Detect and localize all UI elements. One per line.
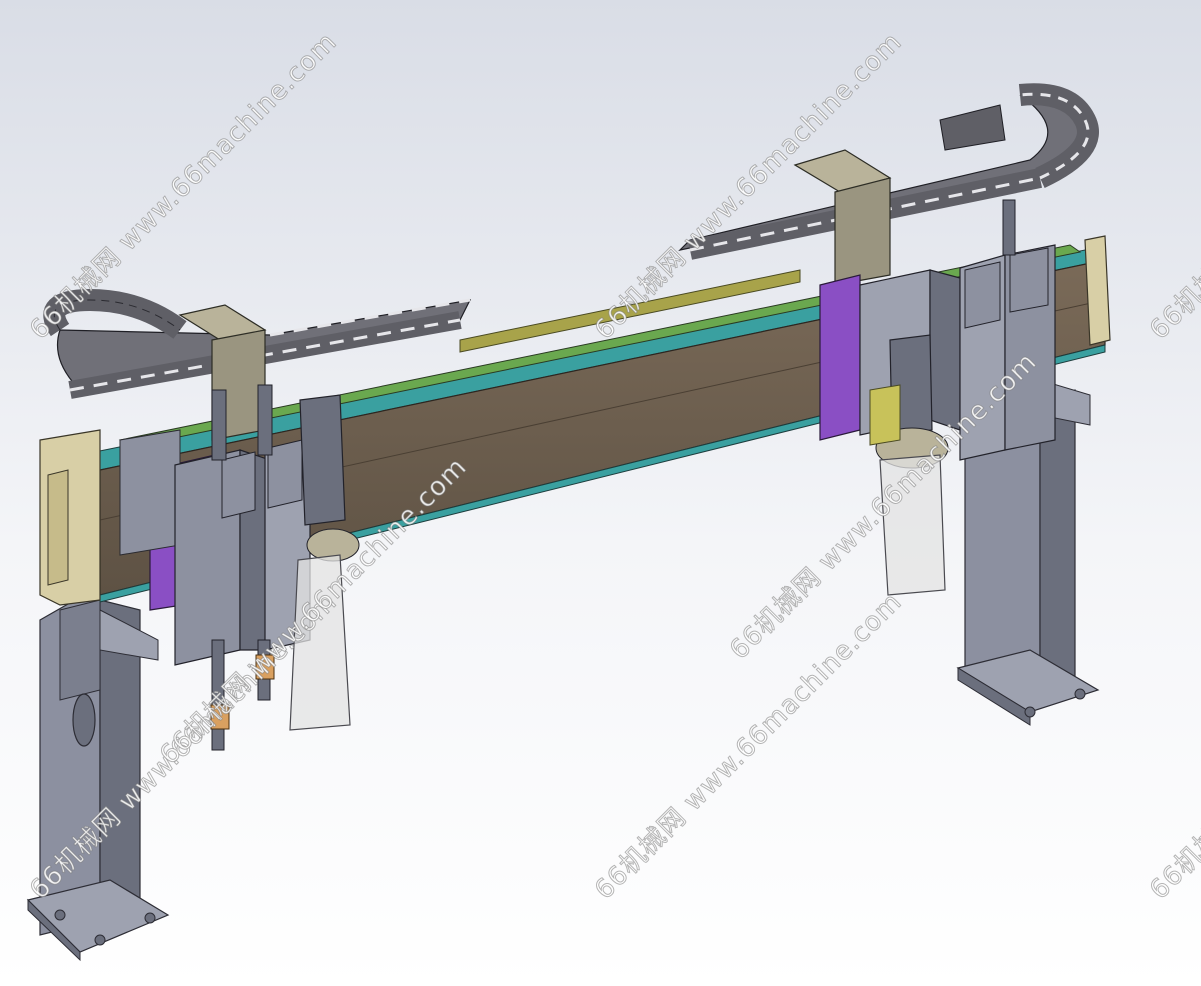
- gantry-model: [0, 0, 1201, 986]
- cad-viewport: 66机械网 www.66machine.com 66机械网 www.66mach…: [0, 0, 1201, 986]
